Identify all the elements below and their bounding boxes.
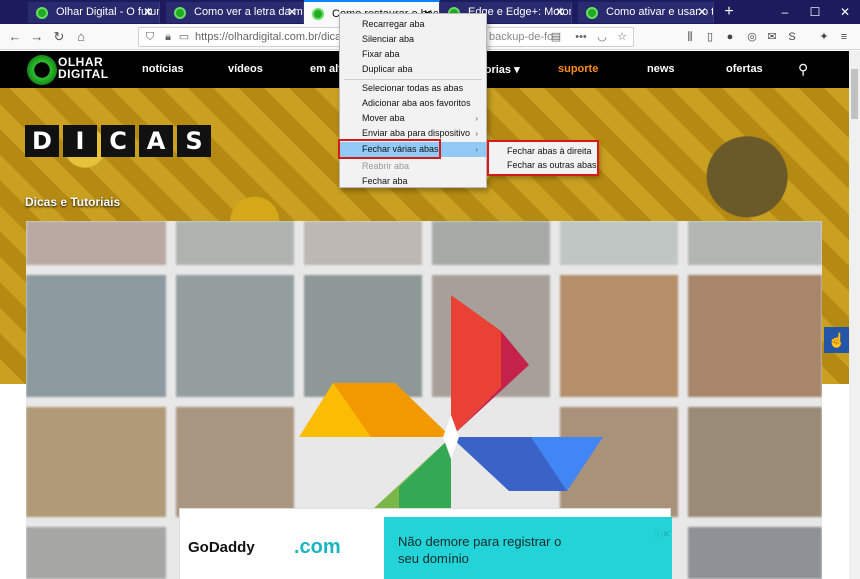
maximize-button[interactable]: ☐ — [800, 0, 830, 24]
reload-icon[interactable]: ↻ — [49, 27, 69, 47]
highlight-callout — [338, 139, 441, 159]
photo-tile — [26, 275, 166, 397]
submenu-arrow-icon: › — [475, 129, 478, 138]
close-icon[interactable]: ✕ — [287, 2, 297, 23]
addon-icon[interactable]: S — [784, 29, 800, 45]
back-arrow-icon[interactable]: ← — [5, 27, 25, 47]
godaddy-brand: GoDaddy — [188, 539, 255, 556]
menu-icon[interactable]: ≡ — [836, 29, 852, 45]
minimize-button[interactable]: – — [770, 0, 800, 24]
shield-icon[interactable]: ⛉ — [143, 30, 157, 44]
highlight-callout — [487, 140, 599, 176]
logo-line-2: DIGITAL — [58, 67, 109, 81]
search-icon[interactable]: ⚲ — [798, 61, 808, 78]
photo-tile — [688, 407, 822, 517]
accessibility-icon[interactable]: ☝ — [824, 327, 850, 353]
photo-tile — [688, 527, 822, 579]
photo-tile — [176, 221, 294, 265]
photo-tile — [26, 221, 166, 265]
nav-videos[interactable]: vídeos — [228, 63, 263, 75]
menu-item-duplicar-aba[interactable]: Duplicar aba — [340, 62, 486, 77]
godaddy-ad[interactable]: GoDaddy .com Não demore para registrar o… — [179, 508, 672, 579]
tab-olhar-digital[interactable]: Olhar Digital - O futuro pa ✕ — [28, 2, 160, 23]
account-icon[interactable]: ● — [722, 29, 738, 45]
menu-item-fixar-aba[interactable]: Fixar aba — [340, 47, 486, 62]
library-icon[interactable]: ⫼ — [682, 29, 698, 45]
home-icon[interactable]: ⌂ — [71, 27, 91, 47]
dicas-letter: I — [63, 125, 97, 157]
favicon-icon — [36, 7, 48, 19]
menu-item-recarregar-aba[interactable]: Recarregar aba — [340, 17, 486, 32]
photo-tile — [432, 221, 550, 265]
ad-brand-panel: GoDaddy .com — [180, 517, 384, 579]
favicon-icon — [586, 7, 598, 19]
extension-icon[interactable]: ✉ — [764, 29, 780, 45]
menu-item-silenciar-aba[interactable]: Silenciar aba — [340, 32, 486, 47]
dicas-letter: S — [177, 125, 211, 157]
page-icon: ▭ — [178, 31, 190, 43]
menu-item-reabrir-aba[interactable]: Reabrir aba — [340, 159, 486, 174]
menu-item-mover-aba[interactable]: Mover aba › — [340, 111, 486, 126]
photo-tile — [26, 407, 166, 517]
close-icon[interactable]: ✕ — [143, 2, 153, 23]
menu-separator — [344, 79, 482, 80]
section-title[interactable]: Dicas e Tutoriais — [25, 195, 120, 209]
tab-ativar-tema[interactable]: Como ativar e usar o tema ✕ — [578, 2, 714, 23]
ad-text: Não demore para registrar o seu domínio — [398, 533, 561, 567]
menu-item-label: Enviar aba para dispositivo — [362, 128, 471, 138]
submenu-arrow-icon: › — [475, 114, 478, 123]
page-scrollbar[interactable] — [849, 51, 860, 579]
photo-tile — [176, 275, 294, 397]
photo-tile — [176, 407, 294, 517]
ad-close-icon[interactable]: ⓘ✕ — [653, 527, 670, 540]
menu-item-label: Mover aba — [362, 113, 405, 123]
sidebar-icon[interactable]: ▯ — [702, 29, 718, 45]
scrollbar-thumb[interactable] — [851, 69, 858, 119]
photo-tile — [688, 221, 822, 265]
close-icon[interactable]: ✕ — [555, 2, 565, 23]
menu-item-fechar-aba[interactable]: Fechar aba — [340, 174, 486, 189]
page-actions-icon[interactable]: ••• — [571, 30, 591, 44]
new-tab-button[interactable]: + — [720, 2, 738, 22]
site-logo-text[interactable]: OLHAR DIGITAL — [58, 56, 109, 80]
reader-view-icon[interactable]: ▤ — [549, 30, 563, 44]
extensions-icon[interactable]: ✦ — [816, 29, 832, 45]
photo-tile — [304, 221, 422, 265]
dicas-letter: C — [101, 125, 135, 157]
tab-letra-musica[interactable]: Como ver a letra da músic ✕ — [166, 2, 304, 23]
bookmark-star-icon[interactable]: ☆ — [615, 30, 629, 44]
sync-icon[interactable]: ◎ — [744, 29, 760, 45]
close-icon[interactable]: ✕ — [697, 2, 707, 23]
ad-text-line-1: Não demore para registrar o — [398, 534, 562, 549]
url-text-tail: backup-de-fo — [489, 31, 554, 43]
submenu-arrow-icon: › — [475, 145, 478, 154]
pocket-icon[interactable]: ◡ — [595, 30, 609, 44]
dicas-letter: A — [139, 125, 173, 157]
lock-icon[interactable]: 🔒︎ — [161, 30, 175, 44]
photo-tile — [26, 527, 166, 579]
nav-news[interactable]: news — [647, 63, 675, 75]
ad-message-panel: Não demore para registrar o seu domínio … — [384, 517, 672, 579]
nav-suporte[interactable]: suporte — [558, 63, 598, 75]
olhar-digital-logo-icon[interactable] — [27, 55, 57, 85]
dicas-title-block: D I C A S — [25, 125, 211, 157]
ad-text-line-2: seu domínio — [398, 551, 469, 566]
nav-noticias[interactable]: notícias — [142, 63, 184, 75]
tab-context-menu: Recarregar aba Silenciar aba Fixar aba D… — [339, 13, 487, 188]
photo-tile — [688, 275, 822, 397]
favicon-icon — [312, 8, 324, 20]
favicon-icon — [174, 7, 186, 19]
dotcom-badge: .com — [294, 536, 341, 558]
menu-item-selecionar-todas[interactable]: Selecionar todas as abas — [340, 81, 486, 96]
dicas-letter: D — [25, 125, 59, 157]
close-window-button[interactable]: ✕ — [830, 0, 860, 24]
forward-arrow-icon[interactable]: → — [27, 27, 47, 47]
nav-ofertas[interactable]: ofertas — [726, 63, 763, 75]
photo-tile — [560, 221, 678, 265]
menu-item-adicionar-favoritos[interactable]: Adicionar aba aos favoritos — [340, 96, 486, 111]
